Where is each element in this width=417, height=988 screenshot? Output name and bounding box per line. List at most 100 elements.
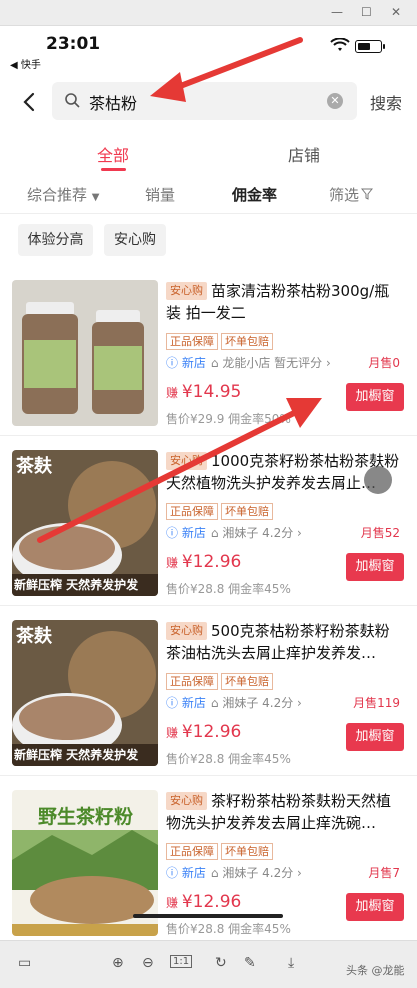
info-icon: ⓘ [166, 356, 179, 370]
image-caption-text: 新鲜压榨 天然养发护发 [14, 748, 139, 762]
chevron-right-icon: › [297, 696, 302, 710]
safe-buy-tag: 安心购 [166, 452, 207, 470]
guarantee-badges: 正品保障 坏单包赔 [166, 500, 276, 520]
guarantee-badges: 正品保障 坏单包赔 [166, 330, 276, 350]
shop-icon: ⌂ [210, 866, 219, 880]
info-icon: ⓘ [166, 696, 179, 710]
shop-icon: ⌂ [210, 696, 219, 710]
close-icon[interactable]: ✕ [391, 5, 401, 19]
new-shop-label: ⓘ 新店 [166, 696, 206, 710]
monthly-sales: 月售7 [368, 866, 400, 880]
search-query: 茶枯粉 [89, 94, 138, 113]
shop-info[interactable]: ⓘ 新店 ⌂ 湘妹子 4.2分 › 月售7 [166, 864, 406, 882]
product-image: 茶麸 新鲜压榨 天然养发护发 [12, 620, 158, 766]
product-title[interactable]: 安心购 苗家清洁粉茶枯粉300g/瓶装 拍一发二 [166, 280, 404, 326]
add-to-showcase-button[interactable]: 加橱窗 [346, 553, 404, 581]
shop-info[interactable]: ⓘ 新店 ⌂ 龙能小店 暂无评分 › 月售0 [166, 354, 406, 372]
search-header: 茶枯粉 ✕ 搜索 [0, 82, 417, 122]
tab-shops[interactable]: 店铺 [288, 142, 320, 166]
product-item[interactable]: 茶麸 新鲜压榨 天然养发护发 安心购 1000克茶籽粉茶枯粉茶麸粉天然植物洗头护发… [0, 436, 417, 606]
battery-icon [355, 40, 385, 53]
watermark: 头条 @龙能 [346, 964, 405, 977]
shop-info[interactable]: ⓘ 新店 ⌂ 湘妹子 4.2分 › 月售52 [166, 524, 406, 542]
price-commission: 售价¥28.8 佣金率45% [166, 752, 291, 766]
product-item[interactable]: 茶麸 新鲜压榨 天然养发护发 安心购 500克茶枯粉茶籽粉茶麸粉茶油枯洗头去屑止痒… [0, 606, 417, 776]
image-title-text: 茶麸 [16, 456, 52, 477]
status-time: 23:01 [46, 34, 101, 54]
chip-safe-buy[interactable]: 安心购 [104, 224, 166, 256]
product-item[interactable]: 安心购 苗家清洁粉茶枯粉300g/瓶装 拍一发二 正品保障 坏单包赔 ⓘ 新店 ⌂ 龙… [0, 266, 417, 436]
info-icon: ⓘ [166, 526, 179, 540]
price-commission: 售价¥28.8 佣金率45% [166, 582, 291, 596]
price-commission: 售价¥28.8 佣金率45% [166, 922, 291, 936]
monthly-sales: 月售0 [368, 356, 400, 370]
shop-info[interactable]: ⓘ 新店 ⌂ 湘妹子 4.2分 › 月售119 [166, 694, 406, 712]
image-title-text: 野生茶籽粉 [38, 806, 134, 828]
monthly-sales: 月售119 [353, 696, 400, 710]
download-icon[interactable]: ⤓ [288, 955, 294, 971]
product-image [12, 280, 158, 426]
sort-comprehensive[interactable]: 综合推荐 ▼ [27, 184, 100, 205]
search-input[interactable]: 茶枯粉 ✕ [52, 82, 357, 120]
monthly-sales: 月售52 [360, 526, 400, 540]
window-titlebar: — ☐ ✕ [0, 0, 417, 26]
search-icon [65, 93, 80, 108]
new-shop-label: ⓘ 新店 [166, 526, 206, 540]
status-bar: 23:01 ◀ 快手 [0, 26, 417, 71]
earnings: 赚 ¥14.95 [166, 382, 242, 402]
thumbnail-icon[interactable]: ▭ [18, 955, 31, 971]
new-shop-label: ⓘ 新店 [166, 356, 206, 370]
back-arrow-icon[interactable] [18, 88, 42, 116]
active-tab-indicator [101, 168, 126, 171]
earnings: 赚 ¥12.96 [166, 722, 242, 742]
back-to-app-link[interactable]: ◀ 快手 [10, 56, 41, 71]
earnings: 赚 ¥12.96 [166, 892, 242, 912]
chevron-right-icon: › [325, 356, 331, 370]
add-to-showcase-button[interactable]: 加橱窗 [346, 723, 404, 751]
image-caption-text: 新鲜压榨 天然养发护发 [14, 578, 139, 592]
product-title[interactable]: 安心购 500克茶枯粉茶籽粉茶麸粉茶油枯洗头去屑止痒护发养发… [166, 620, 404, 666]
rotate-icon[interactable]: ↻ [215, 955, 227, 971]
filter-chips: 体验分高 安心购 [0, 224, 417, 260]
price-commission: 售价¥29.9 佣金率50% [166, 412, 291, 426]
phone-screen: 23:01 ◀ 快手 茶枯粉 ✕ 搜索 全部 店铺 综合推荐 ▼ 销量 佣金率 … [0, 26, 417, 940]
filter-icon [360, 188, 374, 200]
clear-icon[interactable]: ✕ [327, 93, 343, 109]
screen: — ☐ ✕ 23:01 ◀ 快手 茶枯粉 ✕ 搜索 全部 店铺 综合推荐 ▼ 销… [0, 0, 417, 988]
minimize-icon[interactable]: — [331, 5, 343, 19]
product-title[interactable]: 安心购 茶籽粉茶枯粉茶麸粉天然植物洗头护发养发去屑止痒洗碗… [166, 790, 404, 836]
new-shop-label: ⓘ 新店 [166, 866, 206, 880]
product-image: 茶麸 新鲜压榨 天然养发护发 [12, 450, 158, 596]
shop-icon: ⌂ [210, 356, 219, 370]
zoom-in-icon[interactable]: ⊕ [112, 955, 124, 971]
search-button[interactable]: 搜索 [370, 90, 402, 114]
wifi-icon [330, 38, 350, 51]
edit-pen-icon[interactable]: ✎ [244, 955, 256, 971]
product-title[interactable]: 安心购 1000克茶籽粉茶枯粉茶麸粉天然植物洗头护发养发去屑止… [166, 450, 404, 496]
info-icon: ⓘ [166, 866, 179, 880]
chevron-right-icon: › [297, 526, 302, 540]
caret-down-icon: ▼ [91, 192, 100, 203]
tab-all[interactable]: 全部 [97, 142, 129, 166]
sort-bar: 综合推荐 ▼ 销量 佣金率 筛选 [0, 178, 417, 214]
add-to-showcase-button[interactable]: 加橱窗 [346, 893, 404, 921]
add-to-showcase-button[interactable]: 加橱窗 [346, 383, 404, 411]
maximize-icon[interactable]: ☐ [361, 5, 372, 19]
chevron-right-icon: › [297, 866, 302, 880]
image-title-text: 茶麸 [16, 626, 52, 647]
sort-commission[interactable]: 佣金率 [232, 184, 277, 205]
sort-sales[interactable]: 销量 [145, 184, 175, 205]
safe-buy-tag: 安心购 [166, 622, 207, 640]
chip-high-score[interactable]: 体验分高 [18, 224, 93, 256]
earnings: 赚 ¥12.96 [166, 552, 242, 572]
filter-button[interactable]: 筛选 [329, 184, 374, 205]
actual-size-button[interactable]: 1:1 [170, 955, 193, 968]
zoom-out-icon[interactable]: ⊖ [142, 955, 154, 971]
home-indicator [133, 914, 283, 918]
guarantee-badges: 正品保障 坏单包赔 [166, 670, 276, 690]
result-tabs: 全部 店铺 [0, 134, 417, 176]
safe-buy-tag: 安心购 [166, 282, 207, 300]
shop-icon: ⌂ [210, 526, 219, 540]
guarantee-badges: 正品保障 坏单包赔 [166, 840, 276, 860]
safe-buy-tag: 安心购 [166, 792, 207, 810]
